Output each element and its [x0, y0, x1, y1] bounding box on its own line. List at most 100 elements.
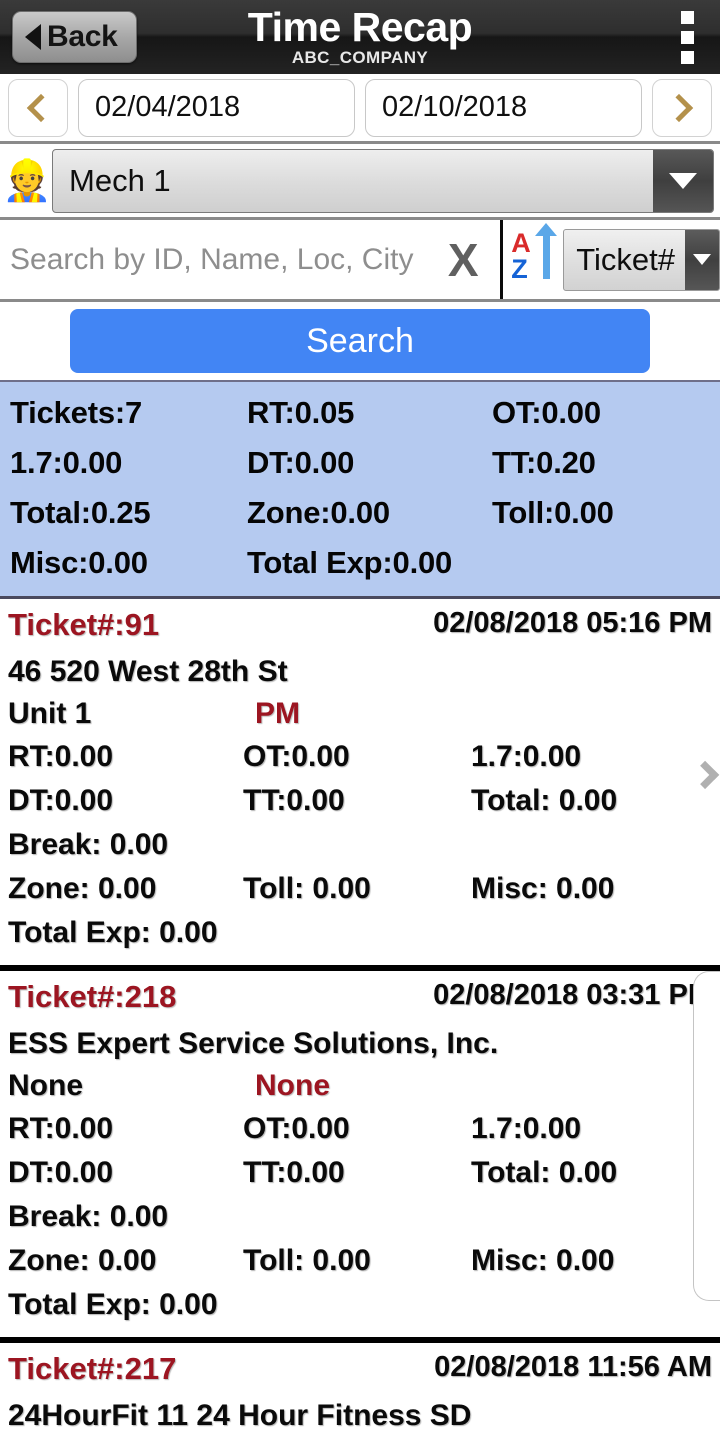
summary-cell: Zone:0.00: [247, 495, 390, 530]
sort-icon-letter-a: A: [511, 227, 531, 258]
ticket-values-row: Total Exp: 0.00: [8, 1283, 720, 1327]
sort-field-dropdown[interactable]: Ticket#: [563, 228, 720, 291]
ticket-cell: Total Exp: 0.00: [8, 1288, 218, 1321]
status-badge: PM: [255, 697, 300, 730]
ticket-datetime: 02/08/2018 03:31 PM: [433, 979, 712, 1011]
search-input[interactable]: Search by ID, Name, Loc, City: [0, 243, 426, 277]
summary-cell: Total:0.25: [10, 495, 151, 530]
summary-cell: Toll:0.00: [492, 495, 614, 530]
ticket-cell: RT:0.00: [8, 1112, 114, 1145]
overflow-menu-button[interactable]: [681, 0, 694, 74]
end-date-field[interactable]: 02/10/2018: [365, 78, 642, 137]
ticket-cell: TT:0.00: [243, 784, 345, 817]
ticket-cell: Total: 0.00: [471, 784, 618, 817]
ticket-datetime: 02/08/2018 11:56 AM: [434, 1351, 712, 1383]
ticket-cell: Total Exp: 0.00: [8, 916, 218, 949]
sort-icon-up-arrow: [535, 222, 558, 279]
worker-dropdown-value: Mech 1: [69, 162, 171, 198]
summary-panel: Tickets:7 RT:0.05 OT:0.00 1.7:0.00 DT:0.…: [0, 380, 720, 599]
ticket-unit: None: [8, 1069, 83, 1102]
search-input-area: Search by ID, Name, Loc, City X: [0, 220, 500, 299]
ticket-header: Ticket#:217 02/08/2018 11:56 AM: [8, 1351, 720, 1395]
ticket-header: Ticket#:91 02/08/2018 05:16 PM: [8, 607, 720, 651]
ticket-subheader: Unit 1 PM: [8, 693, 720, 735]
previous-period-button[interactable]: [8, 78, 68, 137]
sort-az-ascending-icon[interactable]: A Z: [509, 222, 561, 289]
ticket-cell: TT:0.00: [243, 1156, 345, 1189]
ticket-cell: 1.7:0.00: [471, 1112, 582, 1145]
ticket-values-row: Zone: 0.00 Toll: 0.00 Misc: 0.00: [8, 1239, 720, 1283]
chevron-right-icon: [664, 93, 694, 122]
summary-cell: Total Exp:0.00: [247, 545, 453, 580]
back-button-label: Back: [47, 20, 118, 53]
ticket-number: Ticket#:91: [8, 607, 160, 642]
summary-row: Misc:0.00 Total Exp:0.00: [10, 538, 720, 588]
back-button[interactable]: Back: [12, 11, 137, 63]
summary-cell: DT:0.00: [247, 445, 355, 480]
ticket-cell: Zone: 0.00: [8, 872, 157, 905]
ticket-datetime: 02/08/2018 05:16 PM: [433, 607, 712, 639]
ticket-cell: Toll: 0.00: [243, 1244, 371, 1277]
worker-dropdown-arrow-button[interactable]: [653, 149, 713, 212]
ticket-values-row: DT:0.00 TT:0.00 Total: 0.00: [8, 779, 720, 823]
table-row[interactable]: Ticket#:217 02/08/2018 11:56 AM 24HourFi…: [0, 1343, 720, 1432]
start-date-field[interactable]: 02/04/2018: [78, 78, 355, 137]
ticket-values-row: DT:0.00 TT:0.00 Total: 0.00: [8, 1151, 720, 1195]
summary-cell: 1.7:0.00: [10, 445, 123, 480]
ticket-number: Ticket#:217: [8, 1351, 177, 1386]
ticket-cell: Break: 0.00: [8, 828, 169, 861]
ticket-cell: OT:0.00: [243, 740, 350, 773]
ticket-cell: Zone: 0.00: [8, 1244, 157, 1277]
sort-block: A Z Ticket#: [500, 220, 720, 299]
table-row[interactable]: Ticket#:218 02/08/2018 03:31 PM ESS Expe…: [0, 971, 720, 1343]
ticket-values-row: Break: 0.00: [8, 823, 720, 867]
ticket-cell: Break: 0.00: [8, 1200, 169, 1233]
ticket-header: Ticket#:218 02/08/2018 03:31 PM: [8, 979, 720, 1023]
ticket-number: Ticket#:218: [8, 979, 177, 1014]
summary-cell: TT:0.20: [492, 445, 596, 480]
summary-cell: RT:0.05: [247, 395, 355, 430]
ticket-subheader: None None: [8, 1065, 720, 1107]
title-bar: Back Time Recap ABC_COMPANY: [0, 0, 720, 74]
ticket-unit: Unit 1: [8, 697, 92, 730]
sort-dropdown-arrow-button[interactable]: [685, 229, 719, 290]
page-subtitle-text: ABC_COMPANY: [291, 48, 429, 67]
ticket-list: Ticket#:91 02/08/2018 05:16 PM 46 520 We…: [0, 599, 720, 1432]
overflow-menu-icon: [681, 50, 694, 64]
worker-selector-row: 👷 Mech 1: [0, 144, 720, 220]
ticket-values-row: Total Exp: 0.00: [8, 911, 720, 955]
ticket-location-name: 46 520 West 28th St: [8, 655, 288, 688]
next-period-button[interactable]: [652, 78, 712, 137]
sort-icon-letter-z: Z: [511, 253, 528, 284]
ticket-cell: RT:0.00: [8, 740, 114, 773]
status-badge: None: [255, 1069, 330, 1102]
ticket-cell: DT:0.00: [8, 784, 114, 817]
triangle-left-icon: [25, 24, 41, 50]
overflow-menu-icon: [681, 10, 694, 24]
ticket-cell: 1.7:0.00: [471, 740, 582, 773]
ticket-location-name: ESS Expert Service Solutions, Inc.: [8, 1027, 499, 1060]
search-button[interactable]: Search: [70, 309, 650, 373]
scroll-indicator-panel[interactable]: [693, 971, 720, 1301]
sort-field-value: Ticket#: [576, 241, 675, 277]
ticket-values-row: Zone: 0.00 Toll: 0.00 Misc: 0.00: [8, 867, 720, 911]
ticket-cell: Misc: 0.00: [471, 872, 615, 905]
ticket-cell: OT:0.00: [243, 1112, 350, 1145]
worker-dropdown[interactable]: Mech 1: [52, 148, 714, 213]
ticket-cell: Toll: 0.00: [243, 872, 371, 905]
summary-cell: OT:0.00: [492, 395, 601, 430]
chevron-left-icon: [26, 93, 56, 122]
clear-x-icon[interactable]: X: [426, 237, 500, 283]
ticket-values-row: Break: 0.00: [8, 1195, 720, 1239]
summary-row: 1.7:0.00 DT:0.00 TT:0.20: [10, 438, 720, 488]
page-title-text: Time Recap: [247, 4, 473, 50]
construction-worker-icon: 👷: [2, 158, 52, 203]
overflow-menu-icon: [681, 30, 694, 44]
table-row[interactable]: Ticket#:91 02/08/2018 05:16 PM 46 520 We…: [0, 599, 720, 1301]
date-range-row: 02/04/2018 02/10/2018: [0, 74, 720, 144]
ticket-values-row: RT:0.00 OT:0.00 1.7:0.00: [8, 1107, 720, 1151]
ticket-location-name: 24HourFit 11 24 Hour Fitness SD: [8, 1399, 472, 1432]
search-row: Search by ID, Name, Loc, City X A Z Tick…: [0, 220, 720, 302]
summary-row: Total:0.25 Zone:0.00 Toll:0.00: [10, 488, 720, 538]
triangle-down-icon: [669, 172, 697, 189]
